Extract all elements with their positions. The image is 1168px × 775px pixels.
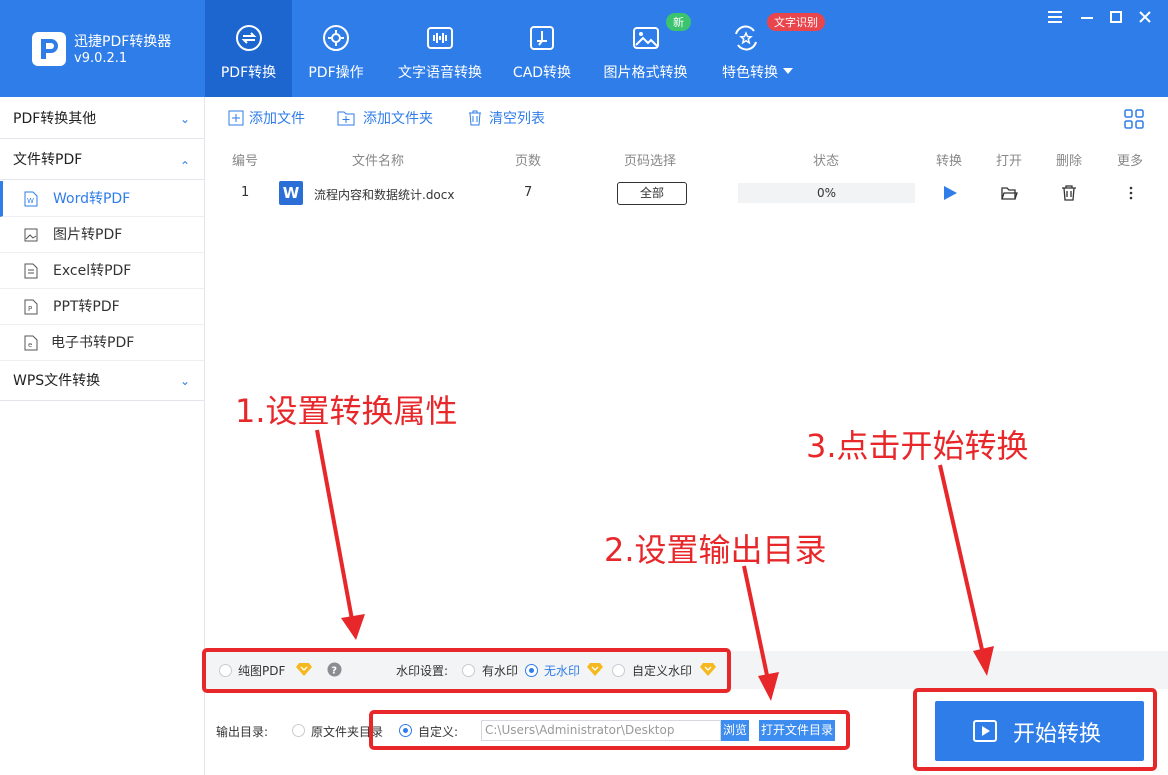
annotation-step2: 2.设置输出目录 xyxy=(604,531,827,569)
annotation-step3: 3.点击开始转换 xyxy=(806,427,1029,465)
annotation-step1: 1.设置转换属性 xyxy=(235,392,458,430)
annotation-arrows xyxy=(315,429,994,701)
